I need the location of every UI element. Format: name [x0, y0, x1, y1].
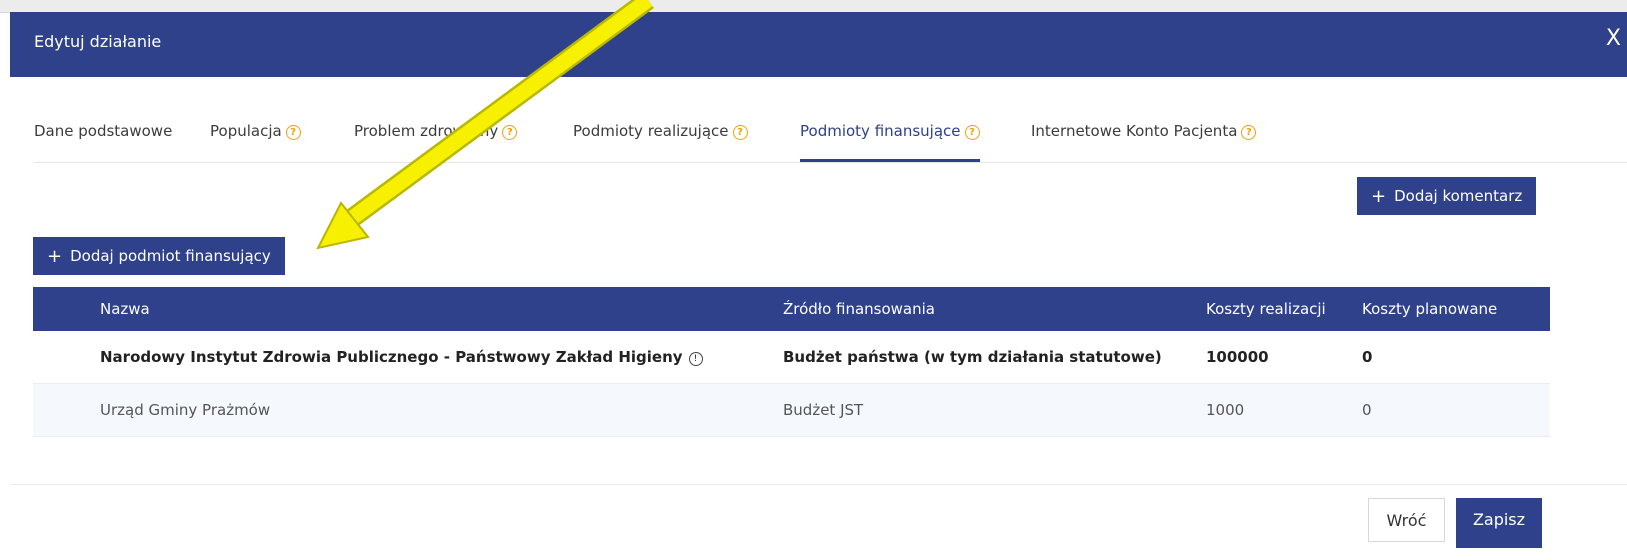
edit-action-modal: Edytuj działanie X Dane podstawowe Popul… — [10, 12, 1627, 560]
tab-bar: Dane podstawowe Populacja? Problem zdrow… — [34, 112, 1627, 163]
modal-header: Edytuj działanie X — [10, 12, 1627, 77]
tab-populacja[interactable]: Populacja? — [210, 122, 301, 162]
cell-name: Urząd Gminy Prażmów — [100, 401, 271, 419]
cell-cost-realization: 1000 — [1206, 401, 1245, 419]
table-header: Nazwa Źródło finansowania Koszty realiza… — [33, 287, 1550, 331]
back-button[interactable]: Wróć — [1368, 498, 1445, 542]
plus-icon: + — [47, 246, 63, 267]
tab-dane-podstawowe[interactable]: Dane podstawowe — [34, 122, 172, 162]
cell-cost-planned: 0 — [1362, 401, 1372, 419]
help-icon[interactable]: ? — [732, 125, 748, 140]
table-row[interactable]: Urząd Gminy Prażmów Budżet JST 1000 0 — [33, 384, 1550, 437]
tab-label: Internetowe Konto Pacjenta — [1031, 122, 1238, 140]
cell-source: Budżet JST — [783, 401, 864, 419]
info-icon[interactable]: ! — [688, 352, 703, 366]
column-header-cost-realization: Koszty realizacji — [1206, 300, 1326, 318]
add-funder-label: Dodaj podmiot finansujący — [70, 247, 271, 265]
cell-cost-planned: 0 — [1362, 348, 1373, 366]
tab-internetowe-konto-pacjenta[interactable]: Internetowe Konto Pacjenta? — [1031, 122, 1257, 162]
funders-table: Nazwa Źródło finansowania Koszty realiza… — [33, 287, 1550, 437]
cell-name: Narodowy Instytut Zdrowia Publicznego - … — [100, 348, 703, 366]
column-header-source: Źródło finansowania — [783, 300, 935, 318]
tab-label: Populacja — [210, 122, 282, 140]
tab-problem-zdrowotny[interactable]: Problem zdrowotny? — [354, 122, 518, 162]
tab-podmioty-realizujace[interactable]: Podmioty realizujące? — [573, 122, 748, 162]
help-icon[interactable]: ? — [285, 125, 301, 140]
footer-divider — [10, 484, 1627, 485]
modal-title: Edytuj działanie — [34, 32, 162, 51]
add-comment-button[interactable]: + Dodaj komentarz — [1357, 177, 1537, 215]
help-icon[interactable]: ? — [964, 125, 980, 140]
table-row[interactable]: Narodowy Instytut Zdrowia Publicznego - … — [33, 331, 1550, 384]
tab-podmioty-finansujace[interactable]: Podmioty finansujące? — [800, 122, 980, 162]
close-button[interactable]: X — [1606, 28, 1621, 50]
add-funder-button[interactable]: + Dodaj podmiot finansujący — [33, 237, 285, 275]
cell-source: Budżet państwa (w tym działania statutow… — [783, 348, 1162, 366]
cell-cost-realization: 100000 — [1206, 348, 1269, 366]
help-icon[interactable]: ? — [1241, 125, 1257, 140]
column-header-cost-planned: Koszty planowane — [1362, 300, 1498, 318]
plus-icon: + — [1371, 186, 1387, 207]
tab-label: Dane podstawowe — [34, 122, 173, 140]
save-button[interactable]: Zapisz — [1456, 498, 1542, 548]
cell-name-text: Narodowy Instytut Zdrowia Publicznego - … — [100, 348, 683, 366]
help-icon[interactable]: ? — [502, 125, 518, 140]
column-header-name: Nazwa — [100, 300, 150, 318]
tab-label: Podmioty finansujące — [800, 122, 961, 140]
add-comment-label: Dodaj komentarz — [1394, 187, 1523, 205]
tab-label: Problem zdrowotny — [354, 122, 499, 140]
tab-label: Podmioty realizujące — [573, 122, 729, 140]
